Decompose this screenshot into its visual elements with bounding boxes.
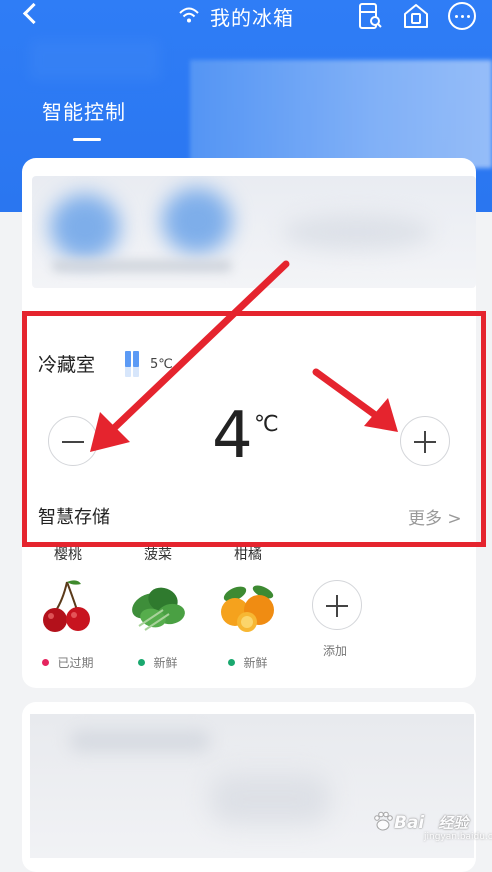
home-icon[interactable] <box>402 2 430 30</box>
tab-indicator <box>73 138 101 141</box>
blurred-region <box>190 60 492 168</box>
expired-dot-icon <box>42 659 50 666</box>
food-name: 菠菜 <box>144 547 172 563</box>
food-item[interactable]: 樱桃 已过期 <box>28 544 108 671</box>
fresh-dot-icon <box>228 659 236 666</box>
top-bar: 我的冰箱 <box>0 0 492 36</box>
food-item[interactable]: 菠菜 新鲜 <box>118 544 198 671</box>
fridge-search-icon[interactable] <box>356 2 384 30</box>
fresh-dot-icon <box>138 659 146 666</box>
food-name: 樱桃 <box>54 547 82 563</box>
food-status: 新鲜 <box>208 654 288 671</box>
tab-smart-control[interactable]: 智能控制 <box>42 96 126 125</box>
wifi-icon <box>179 7 199 23</box>
blurred-status-panel <box>32 176 476 288</box>
add-label: 添加 <box>323 644 348 658</box>
baidu-watermark: Bai经验 jingyan.baidu.com <box>372 808 492 848</box>
blurred-region <box>30 40 160 80</box>
add-food-button[interactable] <box>312 580 362 630</box>
food-item[interactable]: 柑橘 新鲜 <box>208 544 288 671</box>
orange-icon <box>221 585 274 632</box>
food-name: 柑橘 <box>234 547 262 563</box>
food-status: 已过期 <box>28 654 108 671</box>
spinach-icon <box>132 587 185 631</box>
food-status: 新鲜 <box>118 654 198 671</box>
paw-icon <box>374 811 393 831</box>
more-options-icon[interactable] <box>448 2 476 30</box>
cherry-icon <box>43 580 90 632</box>
back-icon[interactable] <box>22 2 45 25</box>
page-title: 我的冰箱 <box>210 6 294 30</box>
compartment-highlight-box <box>22 311 486 547</box>
